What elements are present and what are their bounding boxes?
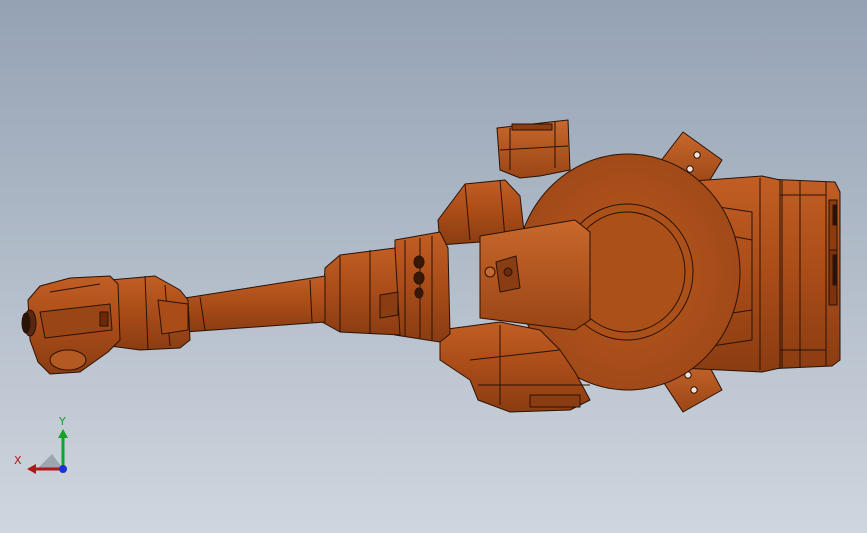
orientation-triad: Y X: [14, 415, 68, 474]
forearm-flare: [321, 247, 401, 336]
triad-y-label: Y: [58, 415, 66, 428]
z-axis-dot: [59, 465, 67, 473]
triad-x-label: X: [14, 454, 22, 467]
upper-top-box: [496, 119, 571, 179]
end-effector: [21, 275, 121, 375]
forearm-tube: [184, 275, 326, 333]
graphics-viewport[interactable]: Y X: [0, 0, 867, 533]
wrist-block: [109, 275, 191, 351]
model-edges: [21, 119, 841, 413]
robot-arm-model[interactable]: [0, 0, 867, 533]
elbow-joint: [394, 231, 451, 343]
y-axis-arrow: [58, 429, 68, 469]
